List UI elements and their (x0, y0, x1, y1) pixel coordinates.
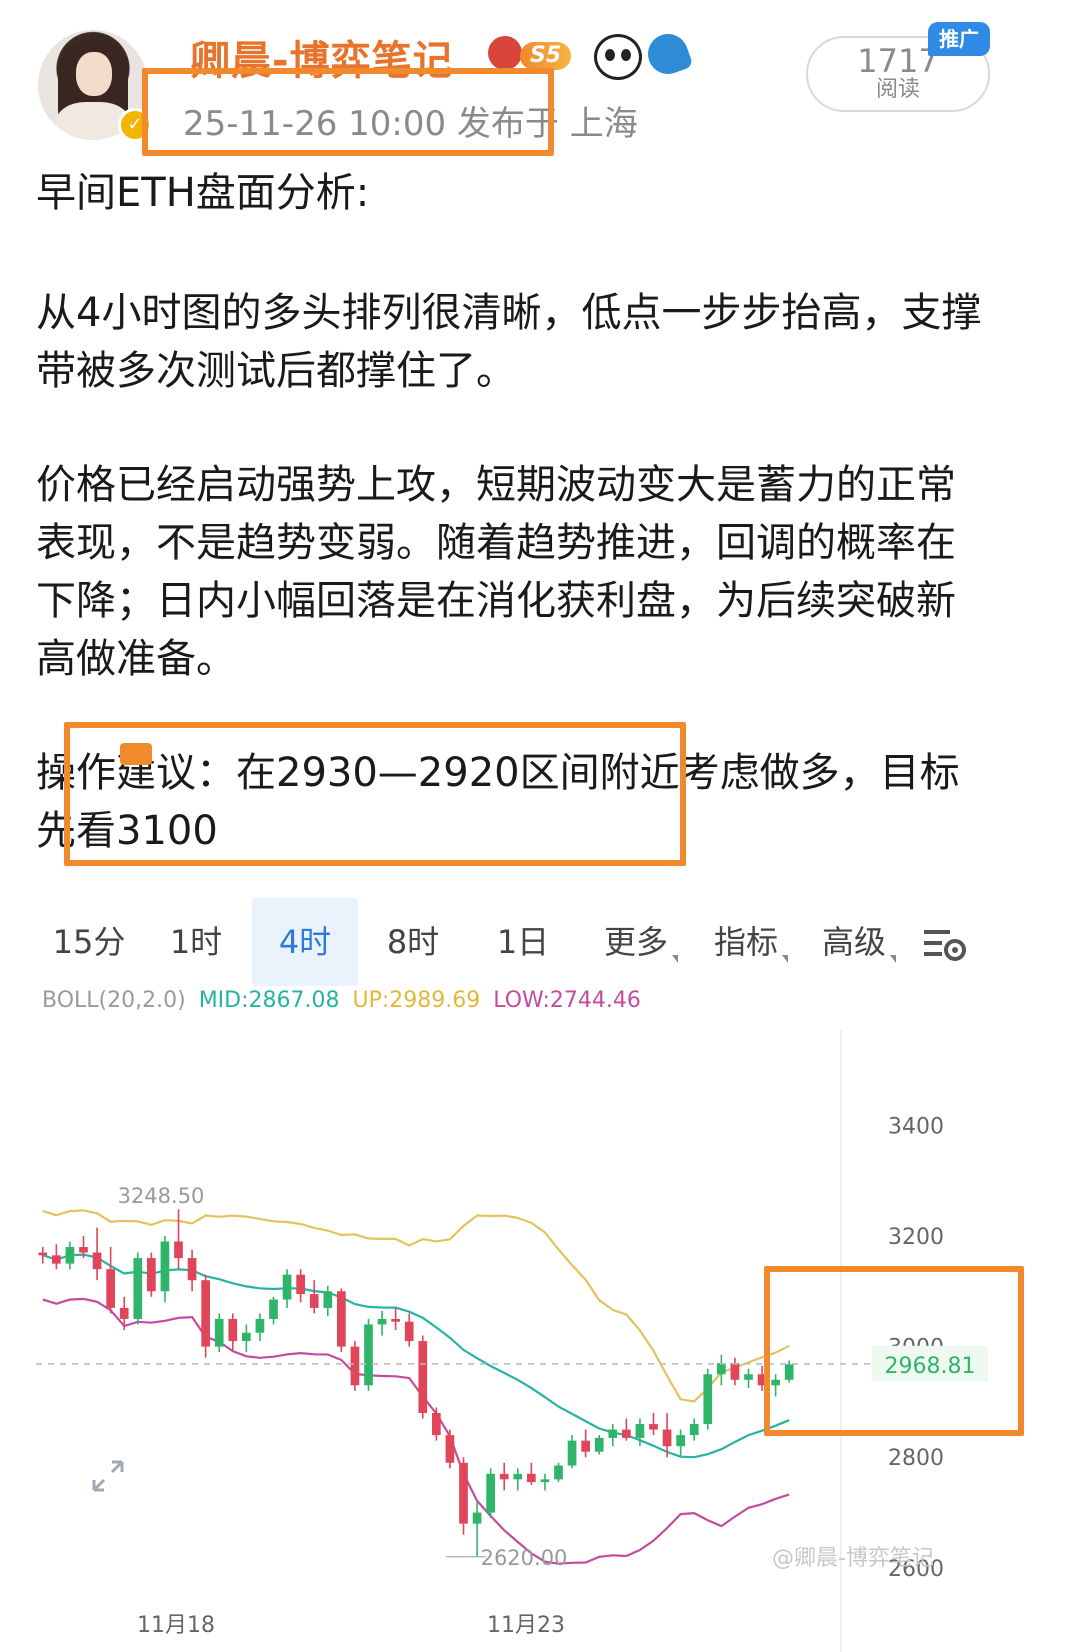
caret-down-icon (890, 955, 896, 963)
candle (282, 1274, 292, 1300)
candle (296, 1274, 305, 1295)
candle (730, 1363, 740, 1380)
x-tick-label: 11月23 (487, 1613, 565, 1638)
candle (187, 1258, 197, 1281)
post-paragraph: 从4小时图的多头排列很清晰，低点一步步抬高，支撑带被多次测试后都撑住了。 (36, 290, 982, 394)
y-tick-label: 2800 (888, 1446, 944, 1471)
candle (486, 1473, 495, 1513)
candle (635, 1424, 645, 1438)
candle (662, 1429, 672, 1447)
candle (323, 1291, 333, 1308)
medal-icon (488, 36, 522, 70)
tab-more[interactable]: 更多 (596, 898, 686, 986)
candle (703, 1374, 713, 1425)
candle (554, 1465, 563, 1480)
candle (540, 1479, 550, 1483)
candle (499, 1473, 509, 1480)
boll-mid: MID:2867.08 (198, 988, 340, 1013)
candle (201, 1280, 210, 1347)
candle (391, 1318, 400, 1322)
highlight-marker (120, 743, 152, 765)
panda-icon (594, 34, 642, 80)
candle (350, 1346, 360, 1386)
candle (649, 1424, 658, 1430)
candle (242, 1332, 251, 1342)
candle (160, 1241, 170, 1292)
candle (38, 1252, 48, 1256)
post-paragraph: 价格已经启动强势上攻，短期波动变大是蓄力的正常表现，不是趋势变弱。随着趋势推进，… (36, 462, 956, 682)
candle (79, 1247, 88, 1253)
watermark: @卿晨-博弈笔记 (772, 1546, 934, 1571)
candle (717, 1363, 726, 1375)
candle (689, 1424, 699, 1436)
tab-15m[interactable]: 15分 (46, 898, 132, 986)
candle (269, 1299, 278, 1319)
shark-icon (642, 28, 694, 80)
tab-4h[interactable]: 4时 (252, 898, 358, 986)
candle (404, 1321, 414, 1342)
candle (744, 1374, 753, 1380)
low-annotation: 2620.00 (481, 1546, 568, 1570)
tab-advanced[interactable]: 高级 (814, 898, 904, 986)
y-tick-label: 3400 (888, 1114, 944, 1139)
boll-up: UP:2989.69 (352, 988, 481, 1013)
candle (432, 1412, 441, 1436)
caret-down-icon (672, 955, 678, 963)
expand-icon[interactable] (90, 1458, 126, 1494)
tab-8h[interactable]: 8时 (374, 898, 452, 986)
candle (214, 1318, 224, 1347)
x-tick-label: 11月18 (137, 1613, 215, 1638)
candle (309, 1294, 319, 1308)
candle (337, 1291, 346, 1347)
highlight-box (64, 722, 686, 866)
candle (364, 1324, 373, 1386)
candle (594, 1437, 604, 1452)
candle (255, 1318, 265, 1333)
candle (622, 1429, 631, 1438)
boll-lower-line (42, 1297, 790, 1565)
post-title: 早间ETH盘面分析: (36, 170, 370, 216)
candle (567, 1440, 577, 1466)
candle (377, 1318, 387, 1325)
candle (174, 1241, 183, 1259)
boll-label: BOLL(20,2.0) (42, 988, 186, 1013)
boll-low: LOW:2744.46 (493, 988, 641, 1013)
high-annotation: 3248.50 (118, 1184, 205, 1208)
candle (608, 1429, 618, 1438)
tab-indicators[interactable]: 指标 (706, 898, 796, 986)
boll-indicator: BOLL(20,2.0) MID:2867.08 UP:2989.69 LOW:… (42, 988, 641, 1013)
tab-1h[interactable]: 1时 (158, 898, 234, 986)
caret-down-icon (782, 955, 788, 963)
candle (92, 1252, 102, 1270)
level-badge: S5 (520, 42, 572, 70)
candle (52, 1255, 61, 1264)
candle (513, 1473, 523, 1480)
timeframe-tabs: 15分 1时 4时 8时 1日 更多 指标 高级 (36, 898, 986, 986)
candle (527, 1473, 536, 1483)
highlight-box (764, 1266, 1024, 1436)
highlight-box (142, 68, 554, 156)
boll-upper-line (42, 1209, 790, 1403)
read-label: 阅读 (875, 77, 920, 102)
candle (228, 1318, 238, 1342)
candle (581, 1440, 590, 1452)
candle (65, 1247, 75, 1264)
candle (133, 1258, 143, 1319)
candle (119, 1307, 129, 1319)
candle (472, 1512, 482, 1524)
promo-badge[interactable]: 推广 (928, 22, 990, 56)
candle (676, 1435, 685, 1447)
candle (445, 1435, 455, 1463)
y-tick-label: 3200 (888, 1225, 944, 1250)
chart-settings-icon[interactable] (922, 924, 968, 964)
candle (147, 1258, 156, 1292)
candle (459, 1462, 468, 1524)
candle (418, 1341, 428, 1413)
tab-1d[interactable]: 1日 (486, 898, 560, 986)
candle (106, 1269, 115, 1308)
